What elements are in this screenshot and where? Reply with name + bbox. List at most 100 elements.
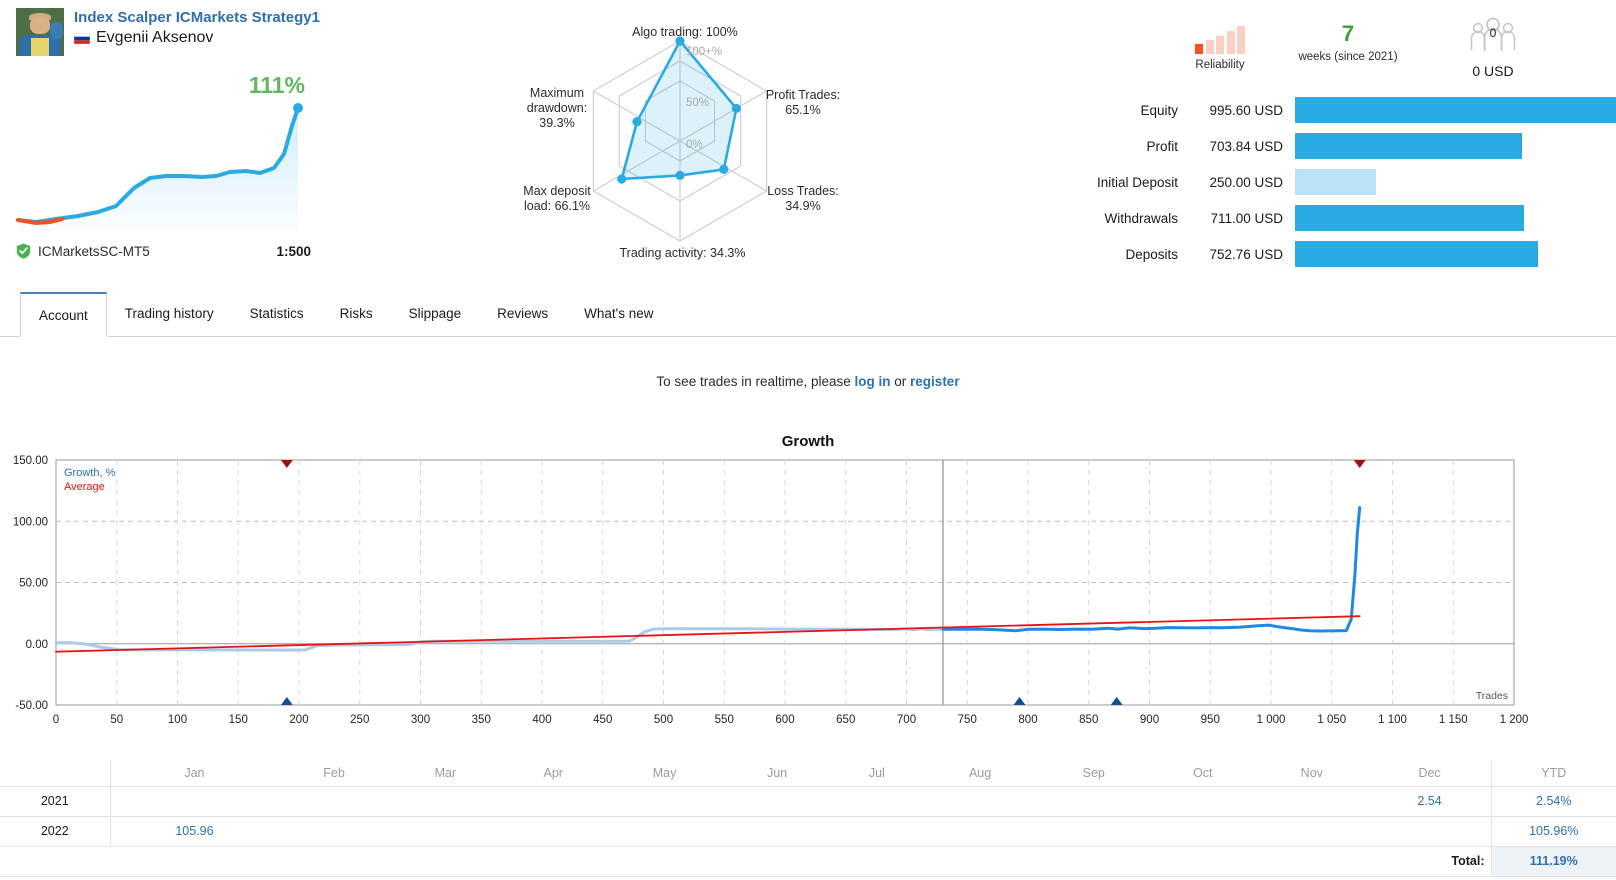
month-cell — [723, 786, 831, 817]
stat-bar — [1295, 241, 1538, 267]
x-axis-label: Trades — [1476, 690, 1508, 702]
avatar — [16, 8, 64, 56]
x-tick-label: 300 — [411, 714, 430, 726]
month-header: Jul — [830, 760, 924, 787]
month-cell — [501, 786, 606, 817]
month-header: Jan — [110, 760, 279, 787]
table-row: 2022 105.96 105.96% — [0, 816, 1616, 847]
month-cell — [278, 816, 390, 847]
table-row: 2021 2.54 2.54% — [0, 786, 1616, 817]
sparkline-chart — [16, 103, 303, 231]
monthly-growth-table: Jan Feb Mar Apr May Jun Jul Aug Sep Oct Nov Dec YTD … — [0, 760, 1616, 877]
radar-label-max-drawdown: Maximum drawdown: 39.3% — [526, 86, 588, 130]
signal-page: Index Scalper ICMarkets Strategy1 Evgeni… — [0, 0, 1616, 880]
stat-bar — [1295, 205, 1525, 231]
stat-row: Profit 703.84 USD — [1040, 128, 1616, 164]
x-tick-label: 500 — [654, 714, 673, 726]
month-cell — [923, 786, 1037, 817]
radar-chart: 100+% 50% 0% Algo trading: 100% Profit T… — [495, 8, 865, 278]
stat-bar-track — [1295, 169, 1616, 195]
x-tick-label: 1 000 — [1257, 714, 1286, 726]
people-group-icon: 0 — [1470, 17, 1516, 51]
register-link[interactable]: register — [910, 374, 960, 389]
x-tick-label: 100 — [168, 714, 187, 726]
growth-chart-title: Growth — [781, 433, 835, 450]
tab-what-s-new[interactable]: What's new — [566, 292, 671, 336]
stat-value: 711.00 USD — [1210, 210, 1283, 226]
month-header: Jun — [723, 760, 831, 787]
stat-label: Profit — [1146, 138, 1178, 154]
month-header: May — [605, 760, 724, 787]
page-title[interactable]: Index Scalper ICMarkets Strategy1 — [74, 9, 320, 26]
notice-middle: or — [890, 374, 911, 389]
month-cell — [605, 786, 724, 817]
month-cell — [1036, 816, 1151, 847]
leverage-value: 1:500 — [276, 243, 311, 259]
x-tick-label: 1 200 — [1500, 714, 1529, 726]
stat-bar — [1295, 133, 1522, 159]
growth-chart: 150.00 100.00 50.00 0.00 -50.00 0 50 100 150 200 2… — [0, 455, 1616, 740]
stat-label: Equity — [1140, 102, 1178, 118]
stat-value: 752.76 USD — [1209, 246, 1283, 262]
tab-trading-history[interactable]: Trading history — [107, 292, 232, 336]
month-header: Dec — [1368, 760, 1491, 787]
x-tick-label: 0 — [53, 714, 59, 726]
year-column-header — [0, 760, 111, 787]
tab-reviews[interactable]: Reviews — [479, 292, 566, 336]
radar-label-max-deposit-load: Max deposit load: 66.1% — [523, 184, 591, 213]
broker-name[interactable]: ICMarketsSC-MT5 — [38, 244, 150, 259]
stat-row: Equity 995.60 USD — [1040, 92, 1616, 128]
stat-bar-track — [1295, 133, 1616, 159]
reliability-badge: Reliability — [1165, 26, 1275, 71]
month-cell — [389, 816, 502, 847]
growth-percent: 111% — [248, 72, 305, 98]
stat-bar-track — [1295, 241, 1616, 267]
y-tick-label: 100.00 — [13, 516, 48, 528]
month-header: Apr — [501, 760, 606, 787]
summary-section: Index Scalper ICMarkets Strategy1 Evgeni… — [0, 0, 1616, 285]
x-tick-label: 900 — [1140, 714, 1159, 726]
tab-slippage[interactable]: Slippage — [391, 292, 480, 336]
reliability-bars — [1165, 26, 1275, 54]
month-header: Sep — [1036, 760, 1151, 787]
tab-risks[interactable]: Risks — [322, 292, 391, 336]
x-tick-label: 850 — [1079, 714, 1098, 726]
y-tick-label: 50.00 — [19, 578, 48, 590]
month-cell — [1254, 786, 1369, 817]
month-cell — [830, 816, 924, 847]
weeks-label: weeks (since 2021) — [1298, 51, 1398, 63]
stat-value: 250.00 USD — [1209, 174, 1283, 190]
month-cell — [923, 816, 1037, 847]
stat-bar — [1295, 97, 1616, 123]
subscribers-value: 0 USD — [1472, 63, 1514, 79]
x-tick-label: 550 — [715, 714, 734, 726]
radar-label-trading-activity: Trading activity: 34.3% — [619, 246, 746, 260]
stat-bar-track — [1295, 97, 1616, 123]
stat-label: Deposits — [1125, 246, 1178, 262]
x-tick-label: 450 — [593, 714, 612, 726]
ytd-cell: 2.54% — [1490, 786, 1616, 817]
month-header: Oct — [1150, 760, 1255, 787]
login-link[interactable]: log in — [855, 374, 891, 389]
stat-row: Initial Deposit 250.00 USD — [1040, 164, 1616, 200]
monthly-table-body: 2021 2.54 2.54% 2022 105.96 105.96% Total: 111.… — [0, 786, 1616, 877]
month-cell — [1150, 816, 1255, 847]
tab-account[interactable]: Account — [20, 292, 107, 337]
green-shield-check-icon — [16, 243, 31, 259]
y-tick-label: -50.00 — [15, 700, 48, 712]
stat-label: Withdrawals — [1104, 210, 1178, 226]
tab-statistics[interactable]: Statistics — [232, 292, 322, 336]
x-tick-label: 700 — [897, 714, 916, 726]
month-header: Aug — [923, 760, 1037, 787]
author-name: Evgenii Aksenov — [96, 29, 214, 46]
subscribers-badge: 0 0 USD — [1423, 16, 1563, 79]
radar-label-algo-trading: Algo trading: 100% — [632, 25, 738, 39]
year-cell: 2021 — [0, 786, 111, 817]
month-cell — [278, 786, 390, 817]
x-tick-label: 350 — [472, 714, 491, 726]
month-cell: 2.54 — [1368, 786, 1491, 817]
notice-prefix: To see trades in realtime, please — [656, 374, 855, 389]
legend-entry: Growth, % — [64, 467, 116, 479]
stat-value: 703.84 USD — [1209, 138, 1283, 154]
radar-label-loss-trades: Loss Trades: 34.9% — [767, 184, 839, 213]
